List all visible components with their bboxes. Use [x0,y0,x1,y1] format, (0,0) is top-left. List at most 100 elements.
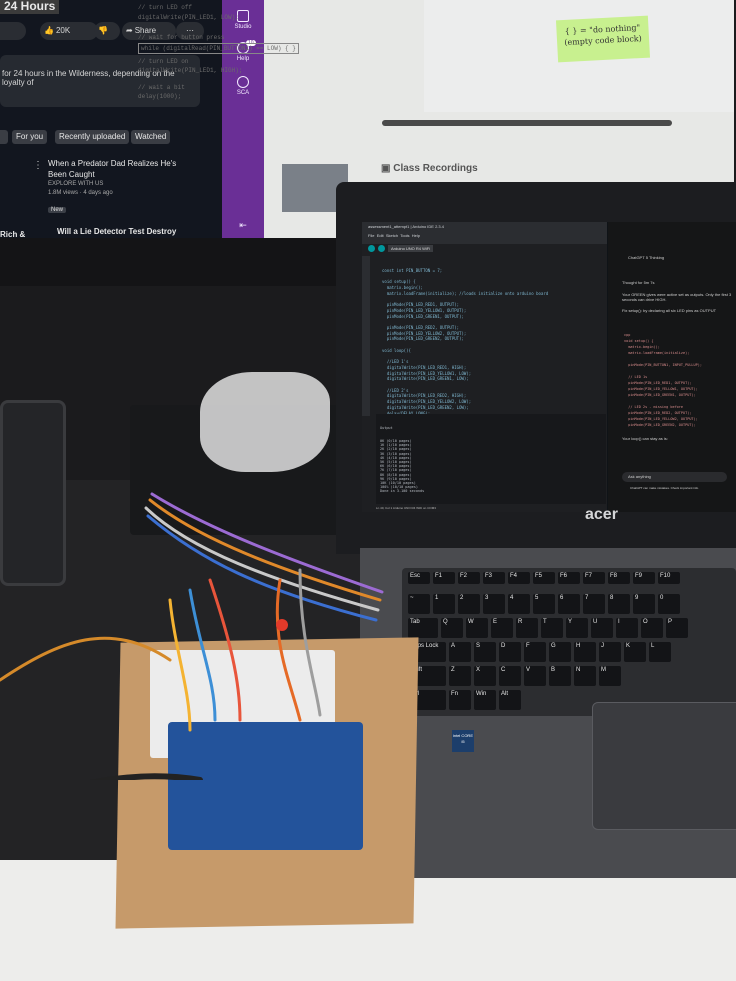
key-9[interactable]: 9 [633,594,655,614]
menu-help[interactable]: Help [412,233,420,238]
sidebar-item-sca[interactable]: SCA [222,76,264,96]
key-esc[interactable]: Esc [408,572,430,584]
key-g[interactable]: G [549,642,571,662]
video-card-meta: 1.8M views · 4 days ago [48,190,113,196]
key-b[interactable]: B [549,666,571,686]
key-m[interactable]: M [599,666,621,686]
key-u[interactable]: U [591,618,613,638]
key-t[interactable]: T [541,618,563,638]
thumbs-down-icon: 👎 [98,26,108,35]
key-f3[interactable]: F3 [483,572,505,584]
key-f5[interactable]: F5 [533,572,555,584]
key-a[interactable]: A [449,642,471,662]
key--[interactable]: ~ [408,594,430,614]
sca-icon [237,76,249,88]
chatgpt-window: ChatGPT 5 Thinking Thought for 5m 7s You… [608,222,736,512]
key-e[interactable]: E [491,618,513,638]
menu-edit[interactable]: Edit [377,233,384,238]
key-4[interactable]: 4 [508,594,530,614]
touchpad[interactable] [592,702,736,830]
code-editor[interactable]: const int PIN_BUTTON = 7; void setup() {… [382,268,548,416]
key-f4[interactable]: F4 [508,572,530,584]
key-win[interactable]: Win [474,690,496,710]
collapse-arrow-icon[interactable]: ⇤ [222,220,264,231]
key-5[interactable]: 5 [533,594,555,614]
key-8[interactable]: 8 [608,594,630,614]
key-h[interactable]: H [574,642,596,662]
key-f7[interactable]: F7 [583,572,605,584]
chip-watched[interactable]: Watched [131,130,171,144]
key-6[interactable]: 6 [558,594,580,614]
class-recordings-link[interactable]: ▣ Class Recordings [381,163,478,174]
key-f[interactable]: F [524,642,546,662]
more-vert-icon[interactable]: ⋮ [33,160,43,171]
usb-cable [90,773,203,780]
ide-title-bar: assessment1_attempt1 | Arduino IDE 2.3.4… [362,222,607,244]
code-line: digitalWrite(PIN_LED1, HIGH); [138,67,243,74]
key-f10[interactable]: F10 [658,572,680,584]
jumper-wires [0,492,384,780]
video-card[interactable]: When a Predator Dad Realizes He's Been C… [48,158,188,216]
key-r[interactable]: R [516,618,538,638]
key-f2[interactable]: F2 [458,572,480,584]
key-j[interactable]: J [599,642,621,662]
key-w[interactable]: W [466,618,488,638]
key-1[interactable]: 1 [433,594,455,614]
key-q[interactable]: Q [441,618,463,638]
thinking-label[interactable]: Thought for 5m 7s [622,280,654,285]
key-2[interactable]: 2 [458,594,480,614]
key-7[interactable]: 7 [583,594,605,614]
key-c[interactable]: C [499,666,521,686]
key-y[interactable]: Y [566,618,588,638]
chatgpt-input[interactable]: Ask anything [622,472,727,482]
ide-menu: File Edit Sketch Tools Help [368,231,607,240]
key-fn[interactable]: Fn [449,690,471,710]
chatgpt-model-selector[interactable]: ChatGPT 5 Thinking [628,255,664,260]
code-line: digitalWrite(PIN_LED1, LOW); [138,14,239,21]
video-card-title-2[interactable]: Will a Lie Detector Test Destroy These C… [57,226,197,238]
sidebar-item-label: Help [236,56,250,62]
key-n[interactable]: N [574,666,596,686]
ide-window-title: assessment1_attempt1 | Arduino IDE 2.3.4 [368,224,444,229]
recordings-icon: ▣ [381,163,394,174]
share-icon: ➦ [126,26,133,35]
key-i[interactable]: I [616,618,638,638]
key-p[interactable]: P [666,618,688,638]
chip-for-you[interactable]: For you [12,130,48,144]
key-3[interactable]: 3 [483,594,505,614]
chatgpt-code-block: cpp void setup() { matrix.begin(); matrix… [624,332,702,428]
key-f9[interactable]: F9 [633,572,655,584]
key-l[interactable]: L [649,642,671,662]
video-title: 24 Hours [0,0,60,14]
chevron-down-icon[interactable]: ⌄ [0,22,26,40]
board-selector[interactable]: Arduino UNO R4 WiFi [388,245,434,252]
menu-file[interactable]: File [368,233,374,238]
key-v[interactable]: V [524,666,546,686]
sidebar-item-label: SCA [236,90,250,96]
new-badge: New [48,207,67,213]
key-f1[interactable]: F1 [433,572,455,584]
upload-icon[interactable] [378,245,385,252]
key-f6[interactable]: F6 [558,572,580,584]
video-progress-bar[interactable] [382,120,672,126]
dislike-button[interactable]: 👎 [94,22,120,40]
verify-icon[interactable] [368,245,375,252]
menu-sketch[interactable]: Sketch [386,233,398,238]
key-tab[interactable]: Tab [408,618,438,638]
like-button[interactable]: 👍 20K [40,22,98,40]
chip-all[interactable] [0,130,8,144]
code-line: // wait for button press [138,34,225,41]
key-f8[interactable]: F8 [608,572,630,584]
key-0[interactable]: 0 [658,594,680,614]
key-alt[interactable]: Alt [499,690,521,710]
menu-tools[interactable]: Tools [400,233,409,238]
key-o[interactable]: O [641,618,663,638]
video-card-channel: EXPLORE WITH US [48,181,104,187]
key-z[interactable]: Z [449,666,471,686]
key-d[interactable]: D [499,642,521,662]
key-k[interactable]: K [624,642,646,662]
key-s[interactable]: S [474,642,496,662]
photo-scene: 24 Hours ⌄ 👍 20K 👎 ➦ Share ⋯ for 24 hour… [0,0,736,981]
chip-recently-uploaded[interactable]: Recently uploaded [55,130,130,144]
key-x[interactable]: X [474,666,496,686]
